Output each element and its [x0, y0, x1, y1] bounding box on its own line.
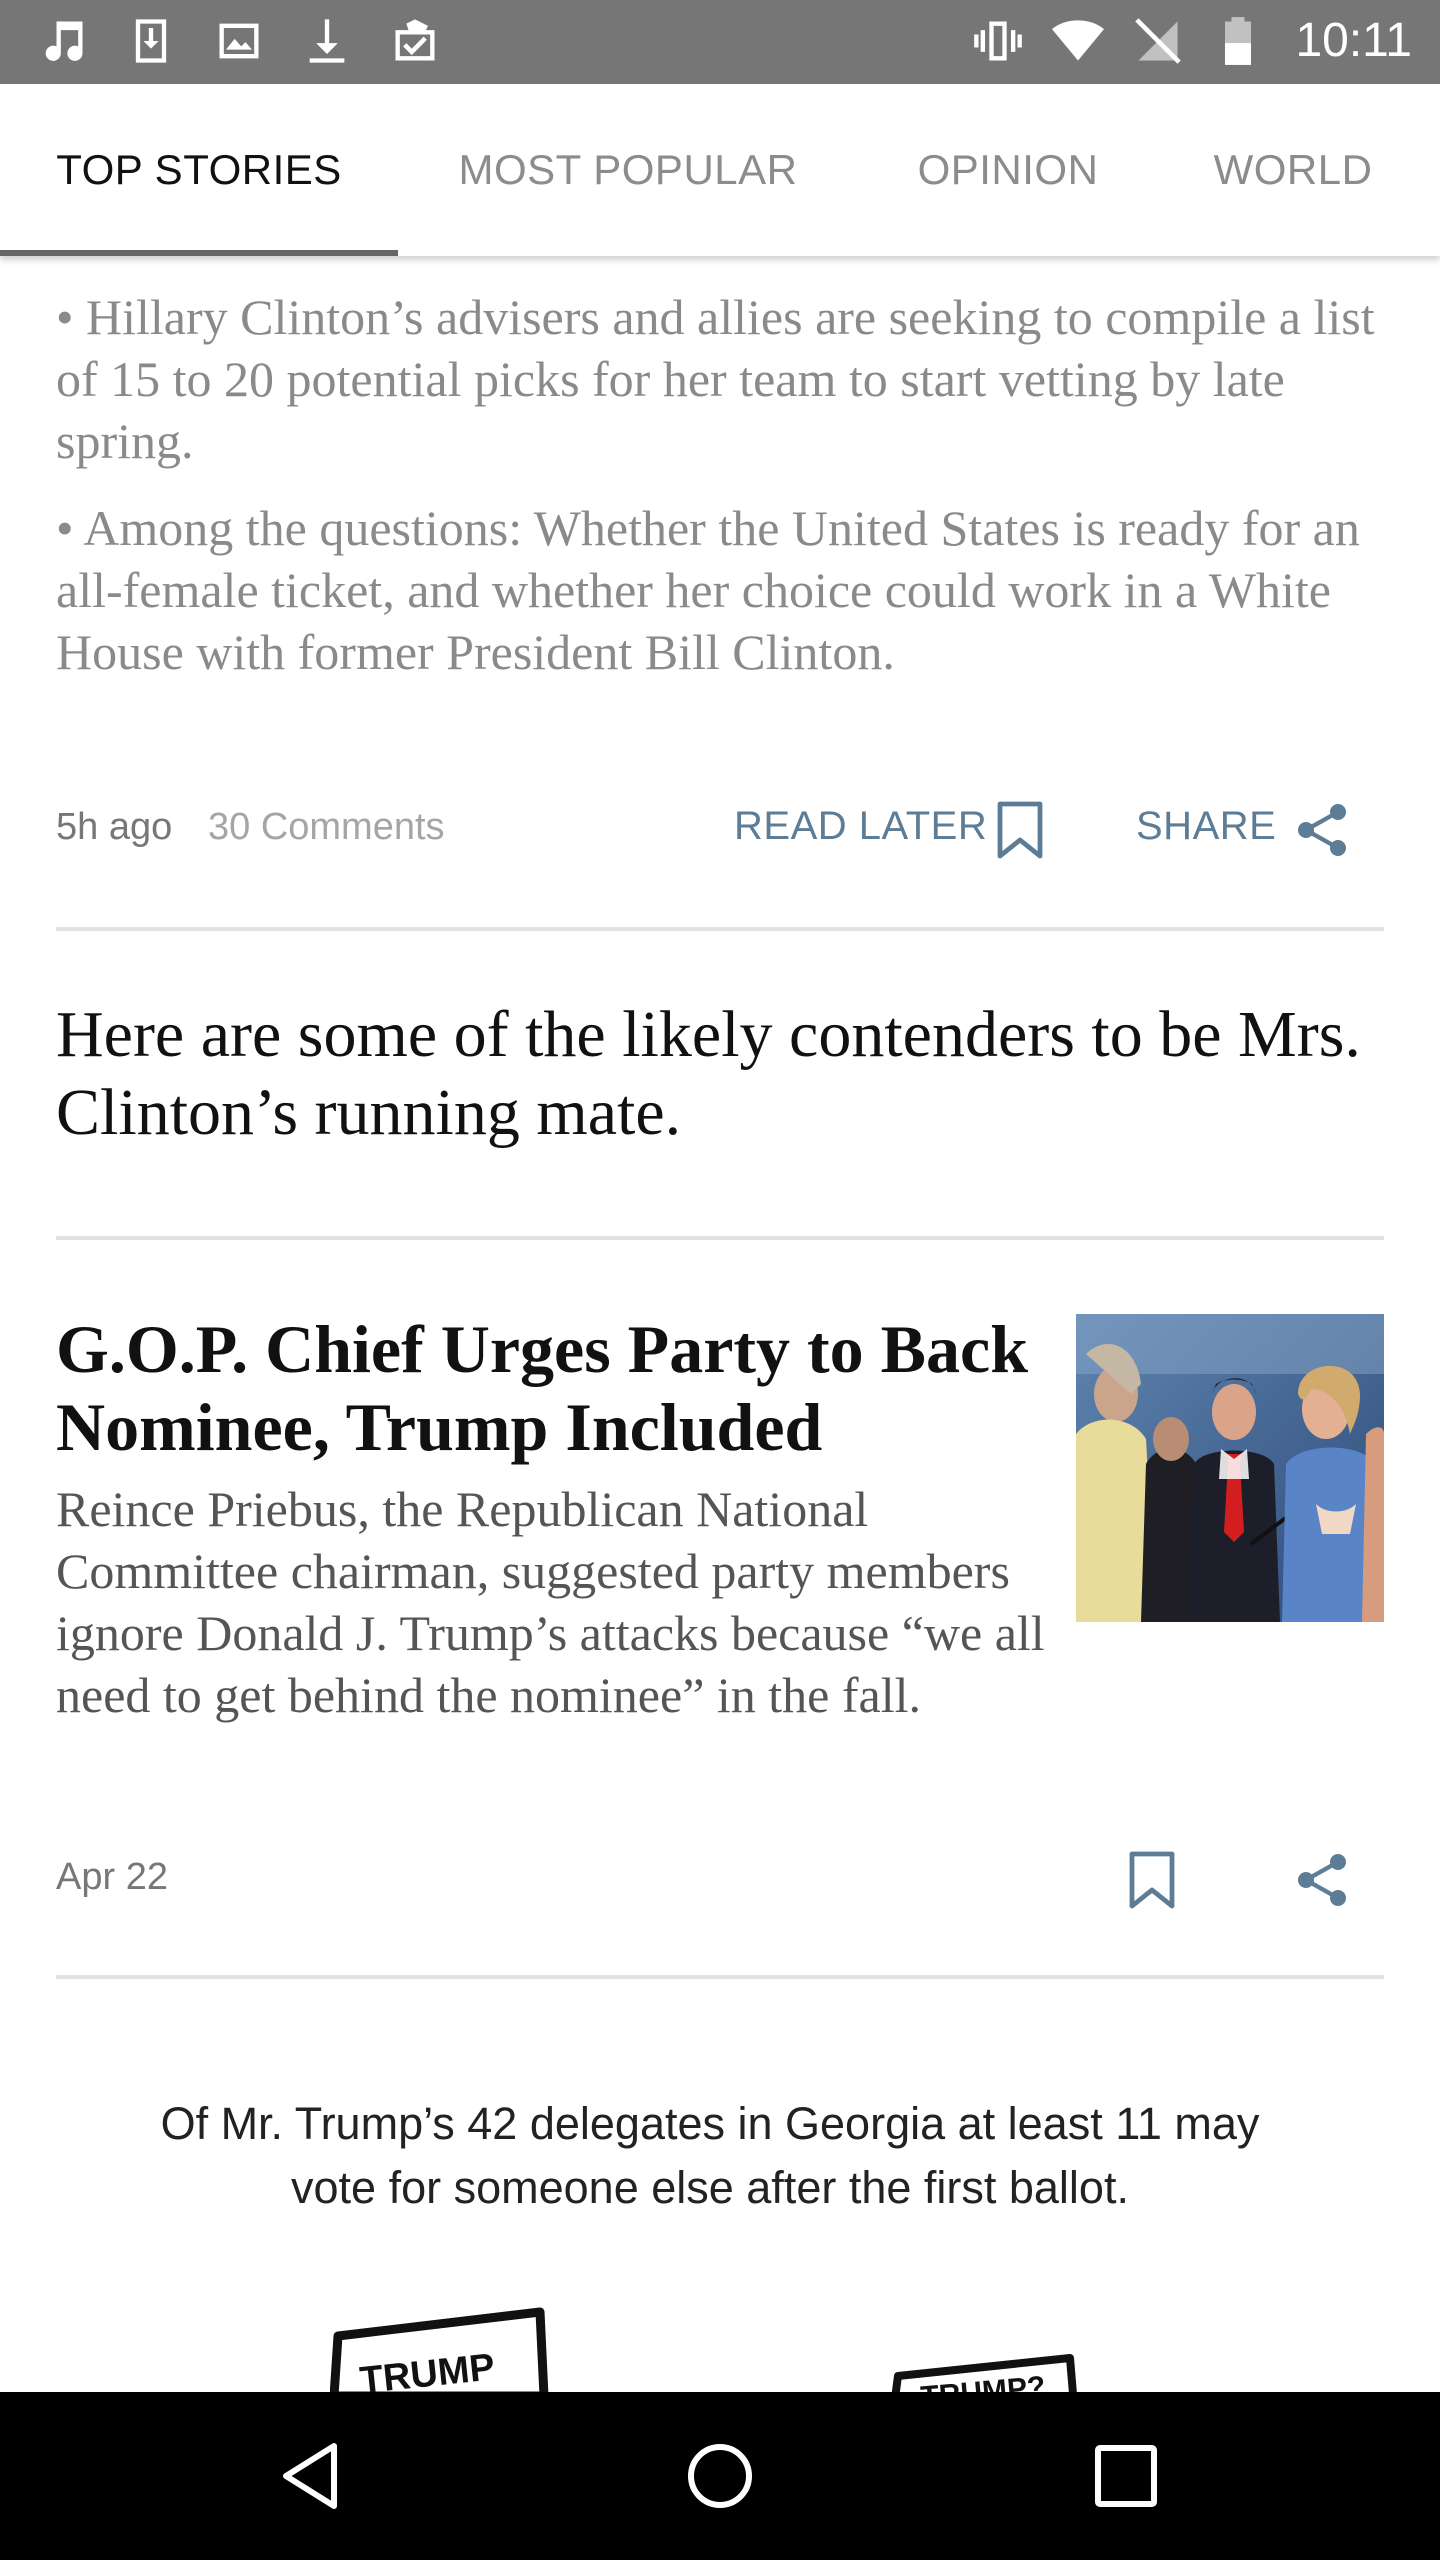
status-bar: 10:11	[0, 0, 1440, 84]
trump-sign-drawing: TRUMP	[330, 2307, 549, 2392]
active-tab-indicator	[0, 250, 398, 256]
trump-question-sign-drawing: TRUMP?	[891, 2354, 1077, 2392]
back-icon[interactable]	[274, 2436, 354, 2516]
clock: 10:11	[1295, 14, 1412, 67]
bullet-dot: •	[56, 500, 84, 556]
system-navigation-bar	[0, 2392, 1440, 2560]
briefcase-check-icon	[388, 14, 442, 68]
bullet-dot: •	[56, 289, 87, 345]
bookmark-icon[interactable]	[1126, 1850, 1178, 1910]
graphic-caption[interactable]: Of Mr. Trump’s 42 delegates in Georgia a…	[120, 2092, 1300, 2220]
story-summary[interactable]: Reince Priebus, the Republican National …	[56, 1478, 1046, 1726]
music-icon	[36, 14, 90, 68]
story-headline-link[interactable]: G.O.P. Chief Urges Party to Back Nominee…	[56, 1310, 1036, 1466]
tab-top-stories[interactable]: TOP STORIES	[0, 84, 398, 256]
read-later-button[interactable]: READ LATER	[734, 804, 987, 849]
share-icon[interactable]	[1296, 1850, 1348, 1910]
wifi-icon	[1051, 14, 1105, 68]
story-divider	[56, 1236, 1384, 1240]
tab-opinion[interactable]: OPINION	[858, 84, 1158, 256]
download-box-icon	[124, 14, 178, 68]
story-bullet[interactable]: • Hillary Clinton’s advisers and allies …	[56, 286, 1376, 472]
story-photo[interactable]	[1076, 1314, 1384, 1622]
section-tab-bar: TOP STORIES MOST POPULAR OPINION WORLD	[0, 84, 1440, 256]
home-icon[interactable]	[680, 2436, 760, 2516]
story-timestamp: 5h ago	[56, 806, 173, 848]
bookmark-icon[interactable]	[994, 800, 1046, 860]
no-signal-icon	[1131, 14, 1185, 68]
download-icon	[300, 14, 354, 68]
vibrate-icon	[971, 14, 1025, 68]
story-headline-link[interactable]: Here are some of the likely contenders t…	[56, 996, 1396, 1152]
story-divider	[56, 927, 1384, 931]
story-date: Apr 22	[56, 1856, 168, 1898]
story-divider	[56, 1975, 1384, 1979]
article-feed[interactable]: • Hillary Clinton’s advisers and allies …	[0, 256, 1440, 2392]
recents-icon[interactable]	[1086, 2436, 1166, 2516]
comments-link[interactable]: 30 Comments	[208, 806, 445, 849]
image-icon	[212, 14, 266, 68]
tab-world[interactable]: WORLD	[1158, 84, 1428, 256]
battery-icon	[1211, 14, 1265, 68]
share-icon[interactable]	[1296, 800, 1348, 860]
story-bullet[interactable]: • Among the questions: Whether the Unite…	[56, 497, 1376, 683]
tab-most-popular[interactable]: MOST POPULAR	[398, 84, 858, 256]
share-button[interactable]: SHARE	[1136, 804, 1276, 849]
